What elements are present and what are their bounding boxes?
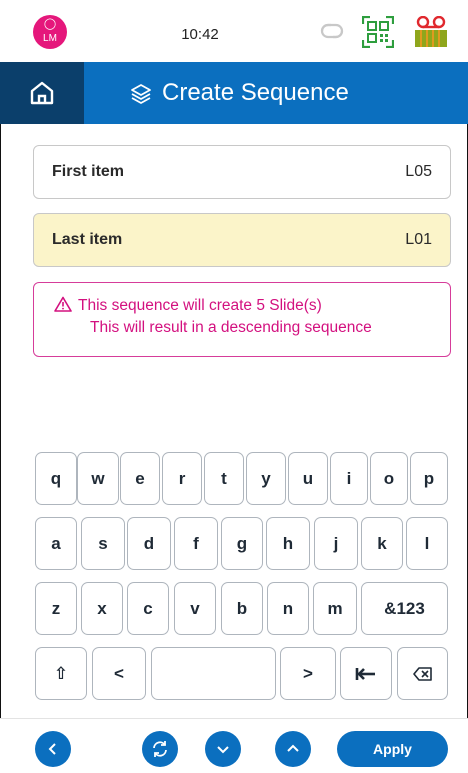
notice-line-2: This will result in a descending sequenc… [90,319,372,336]
key-c[interactable]: c [127,582,169,635]
refresh-button[interactable] [142,731,178,767]
key-cursor-left[interactable]: < [92,647,146,700]
last-item-label: Last item [52,231,123,248]
key-tab[interactable] [340,647,392,700]
key-m[interactable]: m [313,582,357,635]
footer-bar: Apply [0,718,468,773]
first-item-label: First item [52,163,125,180]
move-up-button[interactable] [275,731,311,767]
last-item-field[interactable]: Last item L01 [33,213,451,267]
key-y[interactable]: y [246,452,286,505]
key-q[interactable]: q [35,452,77,505]
home-button[interactable] [0,62,84,124]
key-a[interactable]: a [35,517,77,570]
key-x[interactable]: x [81,582,123,635]
key-h[interactable]: h [266,517,310,570]
key-g[interactable]: g [221,517,263,570]
key-numbers-toggle[interactable]: &123 [361,582,448,635]
key-o[interactable]: o [370,452,408,505]
status-bar: ◯ LM 10:42 [0,0,468,62]
key-p[interactable]: p [410,452,448,505]
key-l[interactable]: l [406,517,448,570]
key-r[interactable]: r [162,452,202,505]
tape-icon[interactable] [414,16,448,48]
key-d[interactable]: d [127,517,171,570]
notice-line-1: This sequence will create 5 Slide(s) [78,297,322,314]
back-button[interactable] [35,731,71,767]
key-i[interactable]: i [330,452,368,505]
key-shift[interactable]: ⇧ [35,647,87,700]
key-b[interactable]: b [221,582,263,635]
back-icon [48,743,56,755]
apply-button[interactable]: Apply [337,731,448,767]
warning-icon [54,296,72,312]
home-icon [30,81,54,105]
tab-back-icon [355,667,375,680]
chevron-down-icon [217,746,229,754]
key-k[interactable]: k [361,517,403,570]
key-cursor-right[interactable]: > [280,647,336,700]
key-z[interactable]: z [35,582,77,635]
key-backspace[interactable] [397,647,448,700]
first-item-field[interactable]: First item L05 [33,145,451,199]
key-w[interactable]: w [77,452,119,505]
last-item-value: L01 [405,231,432,248]
key-e[interactable]: e [120,452,160,505]
key-j[interactable]: j [314,517,358,570]
key-u[interactable]: u [288,452,328,505]
page-header: Create Sequence [0,62,468,124]
key-v[interactable]: v [174,582,216,635]
layers-icon [131,84,151,104]
key-f[interactable]: f [174,517,218,570]
page-title: Create Sequence [162,79,349,106]
chevron-up-icon [287,744,299,752]
key-space[interactable] [151,647,276,700]
page-title-group: Create Sequence [130,62,349,124]
backspace-icon [412,666,432,681]
refresh-icon [153,741,167,757]
key-n[interactable]: n [267,582,309,635]
key-s[interactable]: s [81,517,125,570]
key-t[interactable]: t [204,452,244,505]
qr-code-icon[interactable] [362,16,394,48]
move-down-button[interactable] [205,731,241,767]
sequence-notice: This sequence will create 5 Slide(s) Thi… [33,282,451,357]
first-item-value: L05 [405,163,432,180]
sync-icon [320,23,344,39]
